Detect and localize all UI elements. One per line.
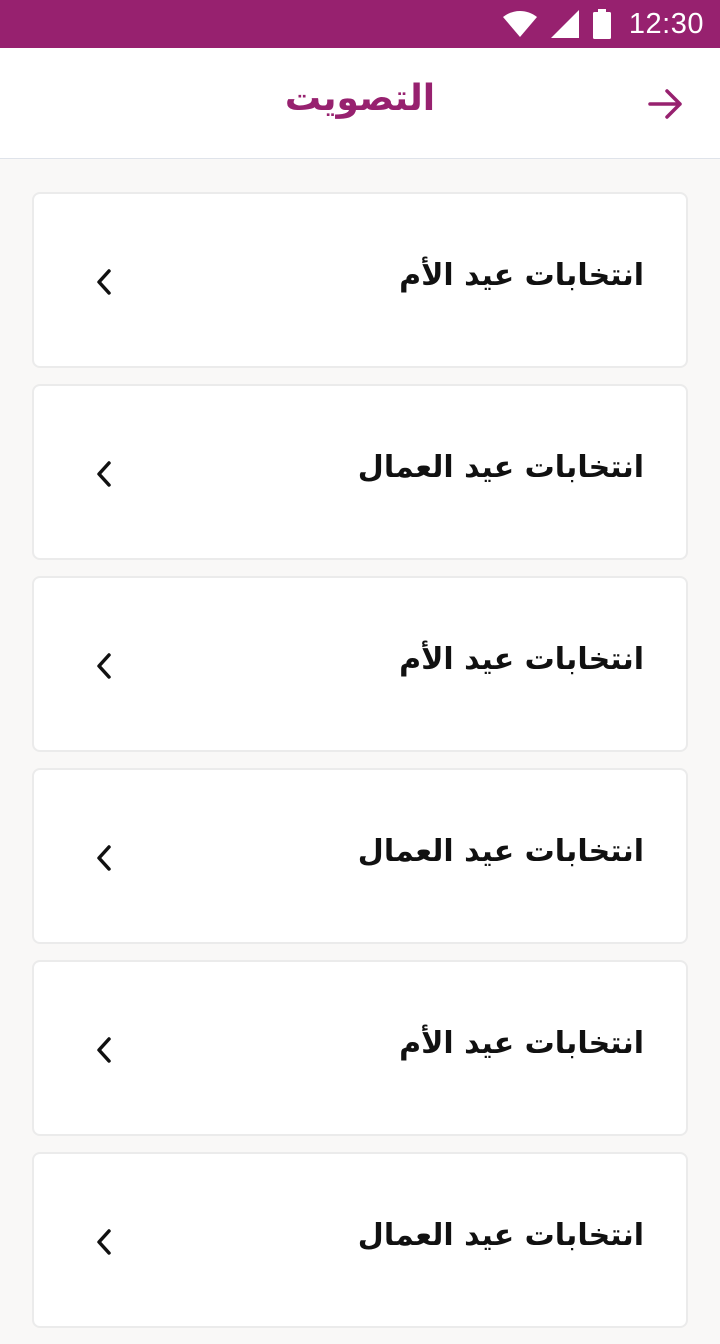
status-time: 12:30	[628, 7, 704, 40]
list-item-label: انتخابات عيد الأم	[399, 1026, 644, 1061]
wifi-icon	[502, 11, 537, 37]
voting-list: انتخابات عيد الأم انتخابات عيد العمال ان…	[32, 192, 688, 1344]
chevron-left-icon	[97, 461, 111, 487]
list-item[interactable]: انتخابات عيد الأم	[32, 576, 688, 752]
chevron-left-icon	[97, 269, 111, 295]
list-item-label: انتخابات عيد العمال	[357, 1218, 644, 1253]
list-item-label: انتخابات عيد العمال	[357, 834, 644, 869]
list-item-label: انتخابات عيد الأم	[399, 258, 644, 293]
chevron-left-icon	[97, 845, 111, 871]
list-item[interactable]: انتخابات عيد الأم	[32, 960, 688, 1136]
app-bar: التصويت	[0, 48, 720, 159]
status-icons: 12:30	[502, 0, 704, 48]
page-title: التصويت	[284, 78, 436, 119]
signal-icon	[550, 10, 579, 38]
list-item[interactable]: انتخابات عيد العمال	[32, 384, 688, 560]
list-item[interactable]: انتخابات عيد العمال	[32, 768, 688, 944]
arrow-right-icon	[648, 89, 682, 119]
chevron-left-icon	[97, 1229, 111, 1255]
status-bar: 12:30	[0, 0, 720, 48]
back-button[interactable]	[642, 80, 690, 128]
battery-icon	[592, 9, 611, 39]
list-item[interactable]: انتخابات عيد العمال	[32, 1152, 688, 1328]
chevron-left-icon	[97, 653, 111, 679]
list-item-label: انتخابات عيد العمال	[357, 450, 644, 485]
list-item[interactable]: انتخابات عيد الأم	[32, 192, 688, 368]
chevron-left-icon	[97, 1037, 111, 1063]
list-item-label: انتخابات عيد الأم	[399, 642, 644, 677]
